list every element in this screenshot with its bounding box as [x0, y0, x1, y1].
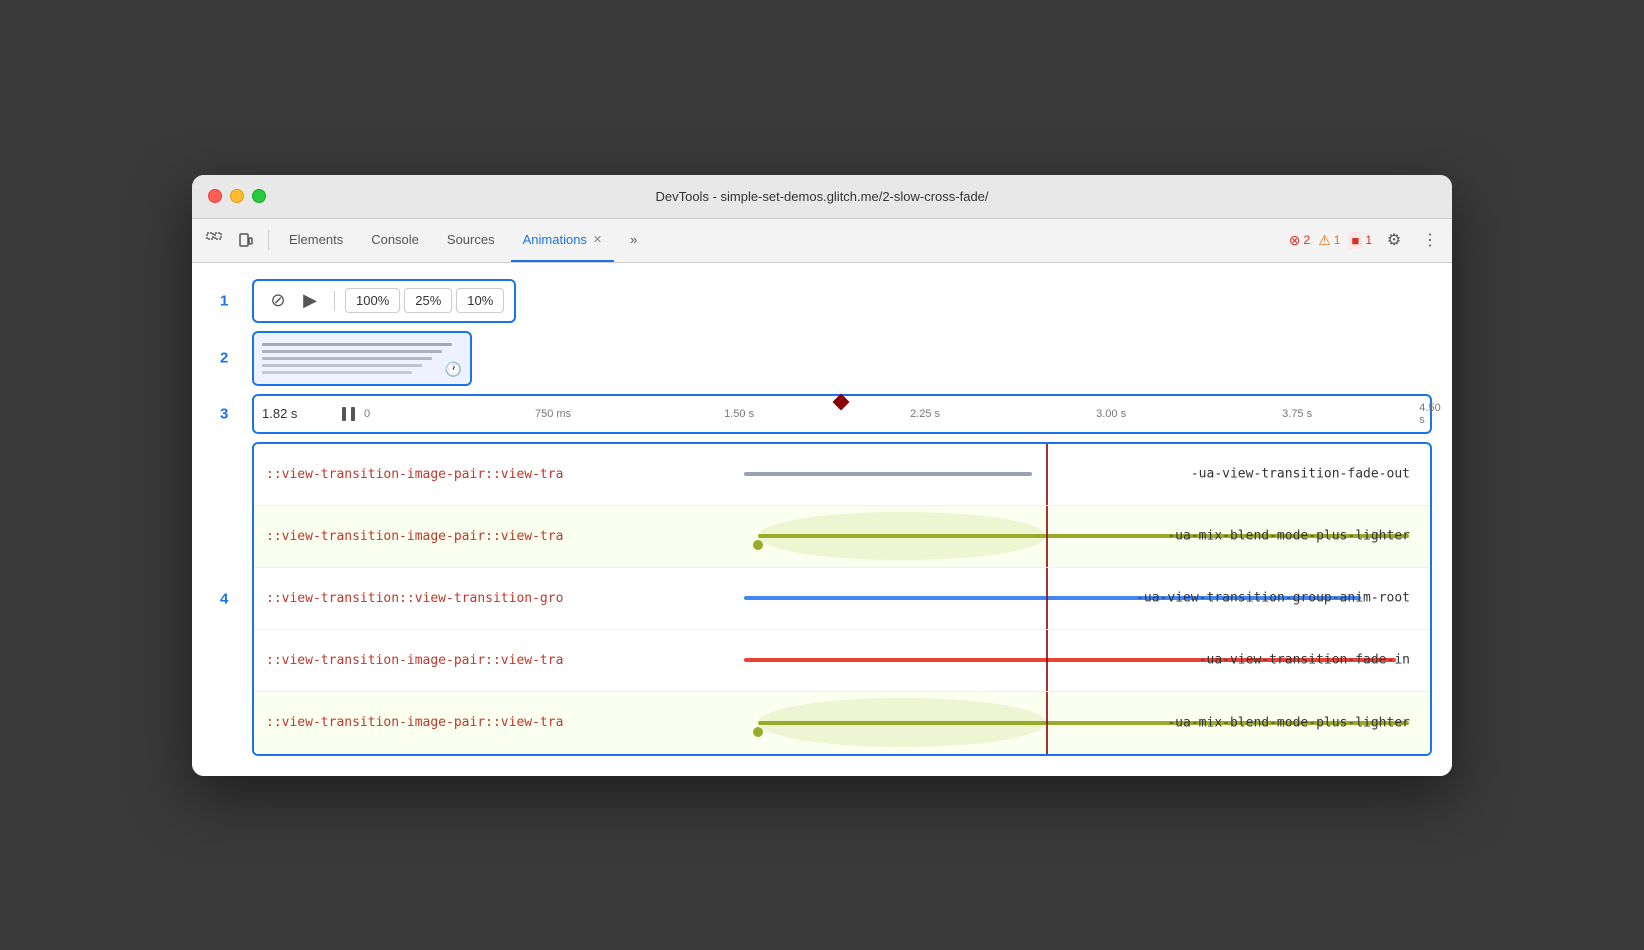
timeline-scale: 0 750 ms 1.50 s 2.25 s 3.00 s 3.75 s 4.5… — [367, 394, 1430, 434]
info-count[interactable]: ■ 1 — [1348, 232, 1372, 249]
anim-row-2[interactable]: ::view-transition-image-pair::view-tra -… — [254, 506, 1430, 568]
playhead-line-2 — [1046, 506, 1048, 567]
devtools-window: DevTools - simple-set-demos.glitch.me/2-… — [192, 175, 1452, 776]
tab-animations[interactable]: Animations ✕ — [511, 218, 615, 262]
anim-name-5: -ua-mix-blend-mode-plus-lighter — [1167, 715, 1410, 730]
timeline-header: 1.82 s 0 750 ms 1.50 s 2.25 s 3.00 s 3.7… — [252, 394, 1432, 434]
settings-icon[interactable]: ⚙ — [1380, 226, 1408, 254]
speed-25-button[interactable]: 25% — [404, 288, 452, 313]
pause-button[interactable] — [342, 407, 355, 421]
playhead — [835, 394, 847, 434]
anim-name-4: -ua-view-transition-fade-in — [1199, 653, 1410, 668]
playhead-line-1 — [1046, 444, 1048, 505]
anim-track-2: -ua-mix-blend-mode-plus-lighter — [744, 506, 1430, 567]
clear-animations-button[interactable]: ⊘ — [264, 287, 292, 315]
animations-panel: 1 ⊘ ▶ 100% 25% 10% 2 — [192, 263, 1452, 776]
anim-name-3: -ua-view-transition-group-anim-root — [1136, 591, 1410, 606]
marker-450s: 4.50 s — [1419, 402, 1440, 426]
anim-row-5[interactable]: ::view-transition-image-pair::view-tra -… — [254, 692, 1430, 754]
anim-row-3[interactable]: ::view-transition::view-transition-gro -… — [254, 568, 1430, 630]
maximize-button[interactable] — [252, 189, 266, 203]
tab-sources[interactable]: Sources — [435, 218, 507, 262]
playhead-diamond — [832, 393, 849, 410]
marker-225s: 2.25 s — [910, 408, 940, 420]
speed-10-button[interactable]: 10% — [456, 288, 504, 313]
anim-name-1: -ua-view-transition-fade-out — [1191, 467, 1410, 482]
marker-750ms: 750 ms — [535, 408, 571, 420]
anim-dot-2 — [753, 540, 763, 550]
toolbar-right: ⊗ 2 ⚠ 1 ■ 1 ⚙ ⋮ — [1289, 226, 1444, 254]
sep — [334, 291, 335, 311]
anim-label-4: ::view-transition-image-pair::view-tra — [254, 653, 744, 668]
devtools-body: Elements Console Sources Animations ✕ » … — [192, 219, 1452, 776]
close-button[interactable] — [208, 189, 222, 203]
inspect-icon[interactable] — [200, 226, 228, 254]
playhead-line-5 — [1046, 692, 1048, 754]
anim-track-5: -ua-mix-blend-mode-plus-lighter — [744, 692, 1430, 754]
animation-group-section: 2 🕐 — [252, 331, 1432, 386]
toolbar: Elements Console Sources Animations ✕ » … — [192, 219, 1452, 263]
anim-bar-gray-1 — [744, 472, 1032, 476]
marker-375s: 3.75 s — [1282, 408, 1312, 420]
anim-label-1: ::view-transition-image-pair::view-tra — [254, 467, 744, 482]
marker-150s: 1.50 s — [724, 408, 754, 420]
controls-section: 1 ⊘ ▶ 100% 25% 10% — [252, 279, 1432, 323]
anim-label-5: ::view-transition-image-pair::view-tra — [254, 715, 744, 730]
current-time: 1.82 s — [262, 406, 342, 421]
playhead-line-4 — [1046, 630, 1048, 691]
more-options-icon[interactable]: ⋮ — [1416, 226, 1444, 254]
more-tabs-button[interactable]: » — [618, 218, 649, 262]
label-4: 4 — [220, 590, 228, 607]
label-3: 3 — [220, 405, 228, 422]
anim-track-1: -ua-view-transition-fade-out — [744, 444, 1430, 505]
anim-track-3: -ua-view-transition-group-anim-root — [744, 568, 1430, 629]
speed-100-button[interactable]: 100% — [345, 288, 400, 313]
play-button[interactable]: ▶ — [296, 287, 324, 315]
animation-rows: ::view-transition-image-pair::view-tra -… — [252, 442, 1432, 756]
traffic-lights — [208, 189, 266, 203]
warning-count[interactable]: ⚠ 1 — [1318, 232, 1340, 249]
device-icon[interactable] — [232, 226, 260, 254]
title-bar: DevTools - simple-set-demos.glitch.me/2-… — [192, 175, 1452, 219]
marker-300s: 3.00 s — [1096, 408, 1126, 420]
separator — [268, 230, 269, 250]
tab-console[interactable]: Console — [359, 218, 431, 262]
label-1: 1 — [220, 292, 228, 309]
minimize-button[interactable] — [230, 189, 244, 203]
tab-close-icon[interactable]: ✕ — [593, 233, 602, 246]
anim-track-4: -ua-view-transition-fade-in — [744, 630, 1430, 691]
animation-rows-section: 4 ::view-transition-image-pair::view-tra… — [252, 442, 1432, 756]
clock-icon: 🕐 — [445, 361, 462, 378]
window-title: DevTools - simple-set-demos.glitch.me/2-… — [655, 189, 988, 204]
animation-preview — [262, 339, 462, 378]
animation-controls: ⊘ ▶ 100% 25% 10% — [252, 279, 516, 323]
anim-dot-5 — [753, 727, 763, 737]
error-count[interactable]: ⊗ 2 — [1289, 232, 1310, 249]
tab-elements[interactable]: Elements — [277, 218, 355, 262]
anim-row-1[interactable]: ::view-transition-image-pair::view-tra -… — [254, 444, 1430, 506]
marker-0: 0 — [364, 408, 370, 420]
playhead-line-3 — [1046, 568, 1048, 629]
animation-group-item[interactable]: 🕐 — [252, 331, 472, 386]
anim-label-2: ::view-transition-image-pair::view-tra — [254, 529, 744, 544]
anim-row-4[interactable]: ::view-transition-image-pair::view-tra -… — [254, 630, 1430, 692]
anim-label-3: ::view-transition::view-transition-gro — [254, 591, 744, 606]
label-2: 2 — [220, 350, 228, 367]
anim-name-2: -ua-mix-blend-mode-plus-lighter — [1167, 529, 1410, 544]
timeline-section: 3 1.82 s 0 750 ms 1.50 s 2.25 s 3.00 s — [252, 394, 1432, 434]
